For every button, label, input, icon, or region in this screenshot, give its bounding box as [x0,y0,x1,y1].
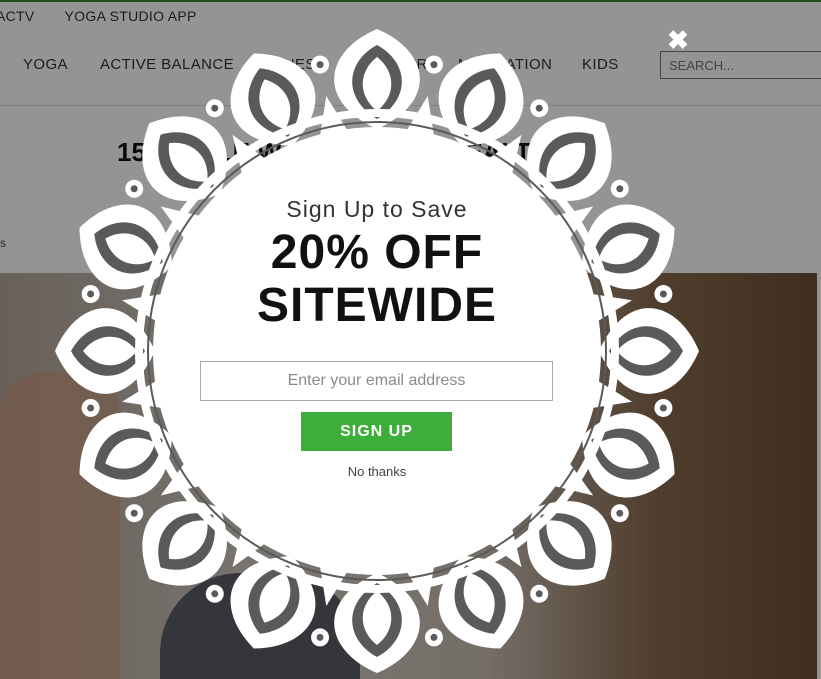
close-icon[interactable]: ✖ [665,27,691,53]
discount-headline: 20% OFF [270,226,484,279]
email-field[interactable] [200,361,553,401]
popup-subtitle: Sign Up to Save [286,196,468,222]
no-thanks-link[interactable]: No thanks [52,464,702,479]
sitewide-headline: SITEWIDE [256,279,497,332]
sign-up-button[interactable]: SIGN UP [301,412,452,451]
signup-popup: Sign Up to Save 20% OFF SITEWIDE SIGN UP… [52,26,702,676]
popup-content: Sign Up to Save 20% OFF SITEWIDE SIGN UP… [52,26,702,676]
